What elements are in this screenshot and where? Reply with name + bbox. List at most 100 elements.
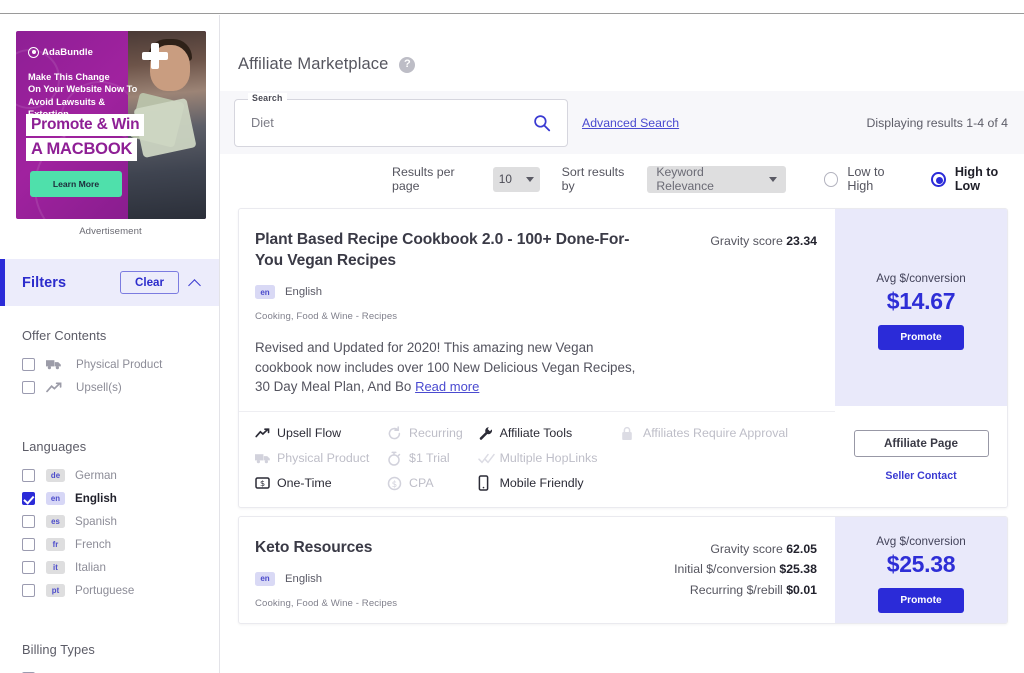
filter-item-label: Spanish (75, 515, 117, 528)
chevron-up-icon[interactable] (189, 277, 201, 289)
filter-item-english[interactable]: en English (22, 487, 219, 510)
left-sidebar: AdaBundle Make This Change On Your Websi… (0, 15, 220, 673)
attribute-mobile-friendly: Mobile Friendly (478, 475, 621, 492)
help-circle-icon[interactable]: ? (399, 57, 415, 73)
result-attributes: Upsell Flow Physical Product (239, 411, 835, 507)
language-name: English (285, 286, 322, 298)
dollar-box-icon: $ (255, 476, 274, 490)
seller-contact-link[interactable]: Seller Contact (885, 470, 956, 482)
attribute-label: CPA (409, 476, 434, 490)
ad-headline-line-1: Make This Change (28, 71, 148, 83)
search-input-value: Diet (251, 115, 274, 130)
ad-promo-line-1: Promote & Win (26, 114, 144, 136)
checkbox[interactable] (22, 381, 35, 394)
radio-low-to-high-label: Low to High (847, 165, 911, 193)
filter-item-upsells[interactable]: Upsell(s) (22, 376, 219, 399)
stat-value: $0.01 (786, 583, 817, 597)
result-title[interactable]: Plant Based Recipe Cookbook 2.0 - 100+ D… (255, 229, 637, 271)
app-root: AdaBundle Make This Change On Your Websi… (0, 0, 1024, 673)
filter-item-label: Physical Product (76, 358, 162, 371)
stat-row: Gravity score 23.34 (637, 231, 817, 252)
filters-header: Filters Clear (0, 259, 219, 306)
search-label: Search (248, 93, 287, 103)
checkbox[interactable] (22, 538, 35, 551)
filter-item-french[interactable]: fr French (22, 533, 219, 556)
language-name: English (285, 573, 322, 585)
affiliate-actions: Affiliate Page Seller Contact (835, 406, 1007, 507)
search-icon[interactable] (533, 114, 551, 132)
checkbox[interactable] (22, 584, 35, 597)
checkbox[interactable] (22, 469, 35, 482)
advertisement-block: AdaBundle Make This Change On Your Websi… (0, 15, 219, 237)
checkbox[interactable] (22, 515, 35, 528)
filter-group-languages: Languages de German en English es Spanis… (0, 439, 219, 602)
result-card-sidebar: Avg $/conversion $14.67 Promote Affiliat… (835, 209, 1007, 507)
attribute-label: Upsell Flow (277, 426, 341, 440)
trend-up-icon (46, 382, 66, 393)
advanced-search-link[interactable]: Advanced Search (582, 116, 679, 130)
radio-high-to-low[interactable] (931, 172, 946, 187)
radio-low-to-high[interactable] (824, 172, 838, 187)
filters-title: Filters (22, 275, 66, 291)
attribute-physical-product: Physical Product (255, 450, 387, 467)
filter-group-offer-contents: Offer Contents Physical Product Upsell(s… (0, 328, 219, 399)
read-more-link[interactable]: Read more (415, 379, 479, 394)
filter-item-german[interactable]: de German (22, 464, 219, 487)
sort-by-select[interactable]: Keyword Relevance (647, 166, 786, 193)
checkbox[interactable] (22, 561, 35, 574)
checkbox[interactable] (22, 358, 35, 371)
language-code: en (260, 288, 269, 297)
filter-spacer (0, 399, 219, 417)
filter-item-label: English (75, 492, 117, 505)
filter-item-physical-product[interactable]: Physical Product (22, 353, 219, 376)
result-description: Revised and Updated for 2020! This amazi… (255, 338, 637, 397)
stopwatch-icon (387, 451, 406, 466)
promote-button[interactable]: Promote (878, 588, 964, 613)
result-card-header: Keto Resources en English Cooking, Food … (239, 517, 835, 623)
sort-by-value: Keyword Relevance (656, 165, 761, 193)
attribute-column: Affiliate Tools Multiple HopLinks (478, 425, 621, 492)
result-title[interactable]: Keto Resources (255, 537, 637, 558)
result-category: Cooking, Food & Wine - Recipes (255, 598, 637, 609)
browser-top-bar (0, 0, 1024, 14)
main-content: Affiliate Marketplace ? Search Diet Adva… (220, 15, 1024, 673)
promote-button[interactable]: Promote (878, 325, 964, 350)
affiliate-page-button[interactable]: Affiliate Page (854, 430, 989, 457)
mobile-icon (478, 475, 497, 491)
checkbox[interactable] (22, 492, 35, 505)
language-badge-en: en (255, 572, 275, 586)
clear-filters-label: Clear (135, 276, 164, 289)
result-card: Plant Based Recipe Cookbook 2.0 - 100+ D… (238, 208, 1008, 508)
ad-promo-text-2: A MACBOOK (31, 140, 132, 158)
filter-group-billing-types: Billing Types $ One-Time (0, 642, 219, 673)
language-code: de (51, 471, 60, 480)
filter-item-one-time[interactable]: $ One-Time (22, 667, 219, 673)
attribute-column: Recurring $1 Trial (387, 425, 478, 492)
clear-filters-button[interactable]: Clear (120, 271, 179, 294)
lock-icon (621, 426, 640, 441)
ad-promo-text-1: Promote & Win (31, 116, 139, 133)
filter-item-spanish[interactable]: es Spanish (22, 510, 219, 533)
results-per-page-select[interactable]: 10 (493, 167, 540, 192)
language-badge-pt: pt (46, 584, 65, 597)
dollar-circle-icon: $ (387, 476, 406, 491)
stat-value: 62.05 (786, 542, 817, 556)
filter-item-portuguese[interactable]: pt Portuguese (22, 579, 219, 602)
filter-item-label: Portuguese (75, 584, 134, 597)
ad-learn-more-button[interactable]: Learn More (30, 171, 122, 197)
results-list: Plant Based Recipe Cookbook 2.0 - 100+ D… (220, 208, 1024, 624)
page-header: Affiliate Marketplace ? (220, 15, 1024, 74)
svg-text:$: $ (392, 480, 397, 490)
language-code: en (51, 494, 60, 503)
ad-banner[interactable]: AdaBundle Make This Change On Your Websi… (16, 31, 206, 219)
filter-item-italian[interactable]: it Italian (22, 556, 219, 579)
result-info: Plant Based Recipe Cookbook 2.0 - 100+ D… (255, 229, 637, 397)
avg-conversion-label: Avg $/conversion (876, 272, 965, 285)
ad-promo-line-2: A MACBOOK (26, 138, 137, 161)
language-code: es (51, 517, 60, 526)
result-card-header: Plant Based Recipe Cookbook 2.0 - 100+ D… (239, 209, 835, 411)
search-input[interactable]: Search Diet (234, 99, 568, 147)
svg-text:$: $ (260, 479, 265, 488)
attribute-cpa: $ CPA (387, 475, 478, 492)
attribute-recurring: Recurring (387, 425, 478, 442)
